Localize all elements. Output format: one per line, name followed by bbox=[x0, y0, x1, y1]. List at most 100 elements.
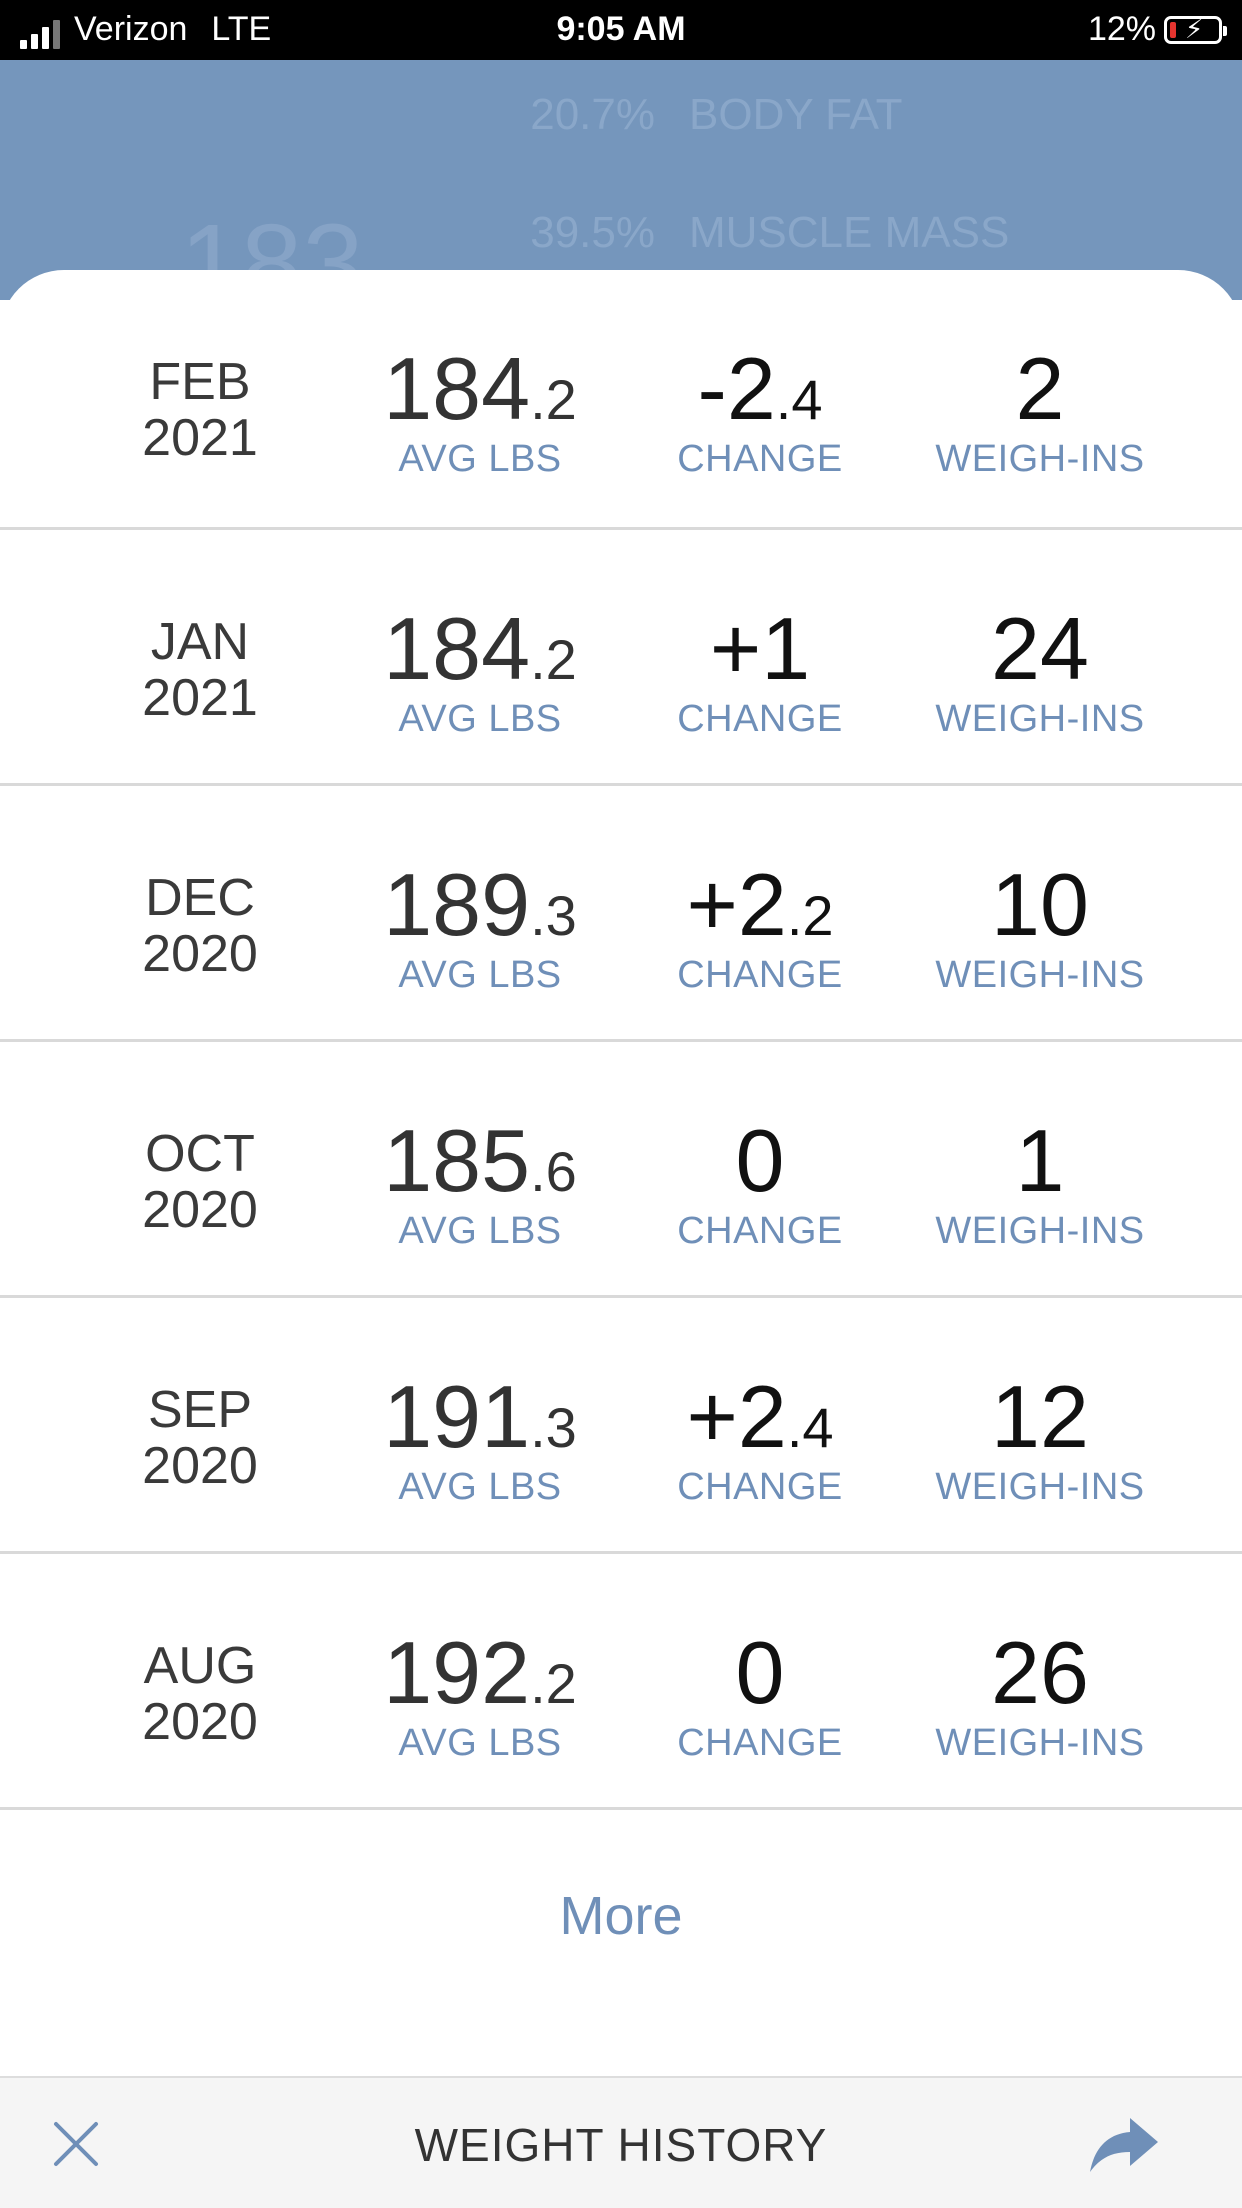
change-label: CHANGE bbox=[677, 1210, 843, 1252]
change-label: CHANGE bbox=[677, 1722, 843, 1764]
row-month: AUG bbox=[143, 1637, 257, 1695]
body-fat-value: 20.7% bbox=[530, 90, 655, 139]
weighins-count: 1 bbox=[1015, 1111, 1065, 1210]
change-label: CHANGE bbox=[677, 1466, 843, 1508]
row-year: 2020 bbox=[142, 1181, 258, 1239]
battery-charging-icon: ⚡ bbox=[1164, 14, 1227, 44]
weighins-count: 26 bbox=[991, 1623, 1089, 1722]
share-icon[interactable] bbox=[1086, 2114, 1162, 2174]
row-weighins: 2 WEIGH-INS bbox=[900, 270, 1180, 527]
muscle-mass-value: 39.5% bbox=[530, 208, 655, 257]
avg-int: 192 bbox=[383, 1623, 531, 1722]
change-dec: .2 bbox=[786, 884, 834, 947]
weighins-label: WEIGH-INS bbox=[935, 1466, 1145, 1508]
weighins-label: WEIGH-INS bbox=[935, 1210, 1145, 1252]
row-avg: 185.6 AVG LBS bbox=[340, 1042, 620, 1295]
change-label: CHANGE bbox=[677, 698, 843, 740]
row-year: 2020 bbox=[142, 925, 258, 983]
summary-header: 20.7% BODY FAT 39.5% MUSCLE MASS 183 bbox=[0, 60, 1242, 325]
avg-int: 184 bbox=[383, 339, 531, 438]
clock: 9:05 AM bbox=[556, 10, 686, 48]
history-row[interactable]: SEP 2020 191.3 AVG LBS +2.4 CHANGE 12 WE… bbox=[0, 1298, 1242, 1554]
history-row[interactable]: FEB 2021 184.2 AVG LBS -2.4 CHANGE 2 WEI… bbox=[0, 270, 1242, 530]
row-month: FEB bbox=[149, 353, 251, 411]
muscle-mass-label: MUSCLE MASS bbox=[689, 208, 1010, 257]
avg-dec: .6 bbox=[530, 1140, 577, 1203]
change-int: +2 bbox=[686, 855, 787, 954]
row-date: FEB 2021 bbox=[100, 354, 300, 466]
weighins-label: WEIGH-INS bbox=[935, 438, 1145, 480]
avg-label: AVG LBS bbox=[398, 438, 562, 480]
change-int: -2 bbox=[697, 339, 776, 438]
row-avg: 189.3 AVG LBS bbox=[340, 786, 620, 1039]
row-weighins: 1 WEIGH-INS bbox=[900, 1042, 1180, 1295]
row-change: +2.2 CHANGE bbox=[620, 786, 900, 1039]
page-title: WEIGHT HISTORY bbox=[414, 2119, 828, 2171]
row-date: OCT 2020 bbox=[100, 1126, 300, 1238]
row-year: 2021 bbox=[142, 669, 258, 727]
avg-label: AVG LBS bbox=[398, 954, 562, 996]
weighins-label: WEIGH-INS bbox=[935, 698, 1145, 740]
bottom-bar: WEIGHT HISTORY bbox=[0, 2076, 1242, 2208]
row-change: +2.4 CHANGE bbox=[620, 1298, 900, 1551]
row-date: SEP 2020 bbox=[100, 1382, 300, 1494]
row-year: 2020 bbox=[142, 1693, 258, 1751]
change-label: CHANGE bbox=[677, 954, 843, 996]
change-int: +2 bbox=[686, 1367, 787, 1466]
change-dec: .4 bbox=[775, 368, 823, 431]
change-int: 0 bbox=[735, 1111, 785, 1210]
weighins-count: 12 bbox=[991, 1367, 1089, 1466]
row-weighins: 26 WEIGH-INS bbox=[900, 1554, 1180, 1807]
weight-history-sheet: FEB 2021 184.2 AVG LBS -2.4 CHANGE 2 WEI… bbox=[0, 270, 1242, 2078]
row-avg: 184.2 AVG LBS bbox=[340, 530, 620, 783]
more-button[interactable]: More bbox=[0, 1885, 1242, 1947]
history-row[interactable]: OCT 2020 185.6 AVG LBS 0 CHANGE 1 WEIGH-… bbox=[0, 1042, 1242, 1298]
change-label: CHANGE bbox=[677, 438, 843, 480]
row-change: 0 CHANGE bbox=[620, 1554, 900, 1807]
row-avg: 191.3 AVG LBS bbox=[340, 1298, 620, 1551]
row-month: SEP bbox=[147, 1381, 253, 1439]
avg-dec: .3 bbox=[530, 884, 577, 947]
avg-int: 185 bbox=[383, 1111, 531, 1210]
muscle-mass-metric: 39.5% MUSCLE MASS bbox=[495, 208, 1009, 258]
history-row[interactable]: JAN 2021 184.2 AVG LBS +1 CHANGE 24 WEIG… bbox=[0, 530, 1242, 786]
row-change: 0 CHANGE bbox=[620, 1042, 900, 1295]
avg-label: AVG LBS bbox=[398, 1210, 562, 1252]
row-date: AUG 2020 bbox=[100, 1638, 300, 1750]
row-change: +1 CHANGE bbox=[620, 530, 900, 783]
avg-label: AVG LBS bbox=[398, 1466, 562, 1508]
avg-dec: .2 bbox=[530, 1652, 577, 1715]
history-row[interactable]: DEC 2020 189.3 AVG LBS +2.2 CHANGE 10 WE… bbox=[0, 786, 1242, 1042]
history-list: FEB 2021 184.2 AVG LBS -2.4 CHANGE 2 WEI… bbox=[0, 270, 1242, 1810]
avg-dec: .2 bbox=[530, 628, 577, 691]
history-row[interactable]: AUG 2020 192.2 AVG LBS 0 CHANGE 26 WEIGH… bbox=[0, 1554, 1242, 1810]
row-weighins: 10 WEIGH-INS bbox=[900, 786, 1180, 1039]
row-month: DEC bbox=[145, 869, 255, 927]
row-change: -2.4 CHANGE bbox=[620, 270, 900, 527]
row-avg: 192.2 AVG LBS bbox=[340, 1554, 620, 1807]
weighins-label: WEIGH-INS bbox=[935, 1722, 1145, 1764]
avg-int: 191 bbox=[383, 1367, 531, 1466]
weighins-count: 2 bbox=[1015, 339, 1065, 438]
avg-dec: .3 bbox=[530, 1396, 577, 1459]
row-avg: 184.2 AVG LBS bbox=[340, 270, 620, 527]
battery-percent: 12% bbox=[1087, 10, 1156, 48]
change-int: +1 bbox=[709, 599, 811, 698]
row-date: DEC 2020 bbox=[100, 870, 300, 982]
body-fat-metric: 20.7% BODY FAT bbox=[495, 90, 903, 140]
status-bar: Verizon LTE 9:05 AM 12% ⚡ bbox=[0, 0, 1242, 60]
weighins-count: 10 bbox=[991, 855, 1089, 954]
row-weighins: 24 WEIGH-INS bbox=[900, 530, 1180, 783]
body-fat-label: BODY FAT bbox=[689, 90, 903, 139]
row-weighins: 12 WEIGH-INS bbox=[900, 1298, 1180, 1551]
avg-dec: .2 bbox=[530, 368, 577, 431]
row-year: 2020 bbox=[142, 1437, 258, 1495]
row-month: OCT bbox=[145, 1125, 255, 1183]
avg-label: AVG LBS bbox=[398, 698, 562, 740]
weighins-count: 24 bbox=[991, 599, 1089, 698]
change-dec: .4 bbox=[786, 1396, 834, 1459]
weighins-label: WEIGH-INS bbox=[935, 954, 1145, 996]
avg-int: 184 bbox=[383, 599, 531, 698]
avg-int: 189 bbox=[383, 855, 531, 954]
row-month: JAN bbox=[150, 613, 250, 671]
